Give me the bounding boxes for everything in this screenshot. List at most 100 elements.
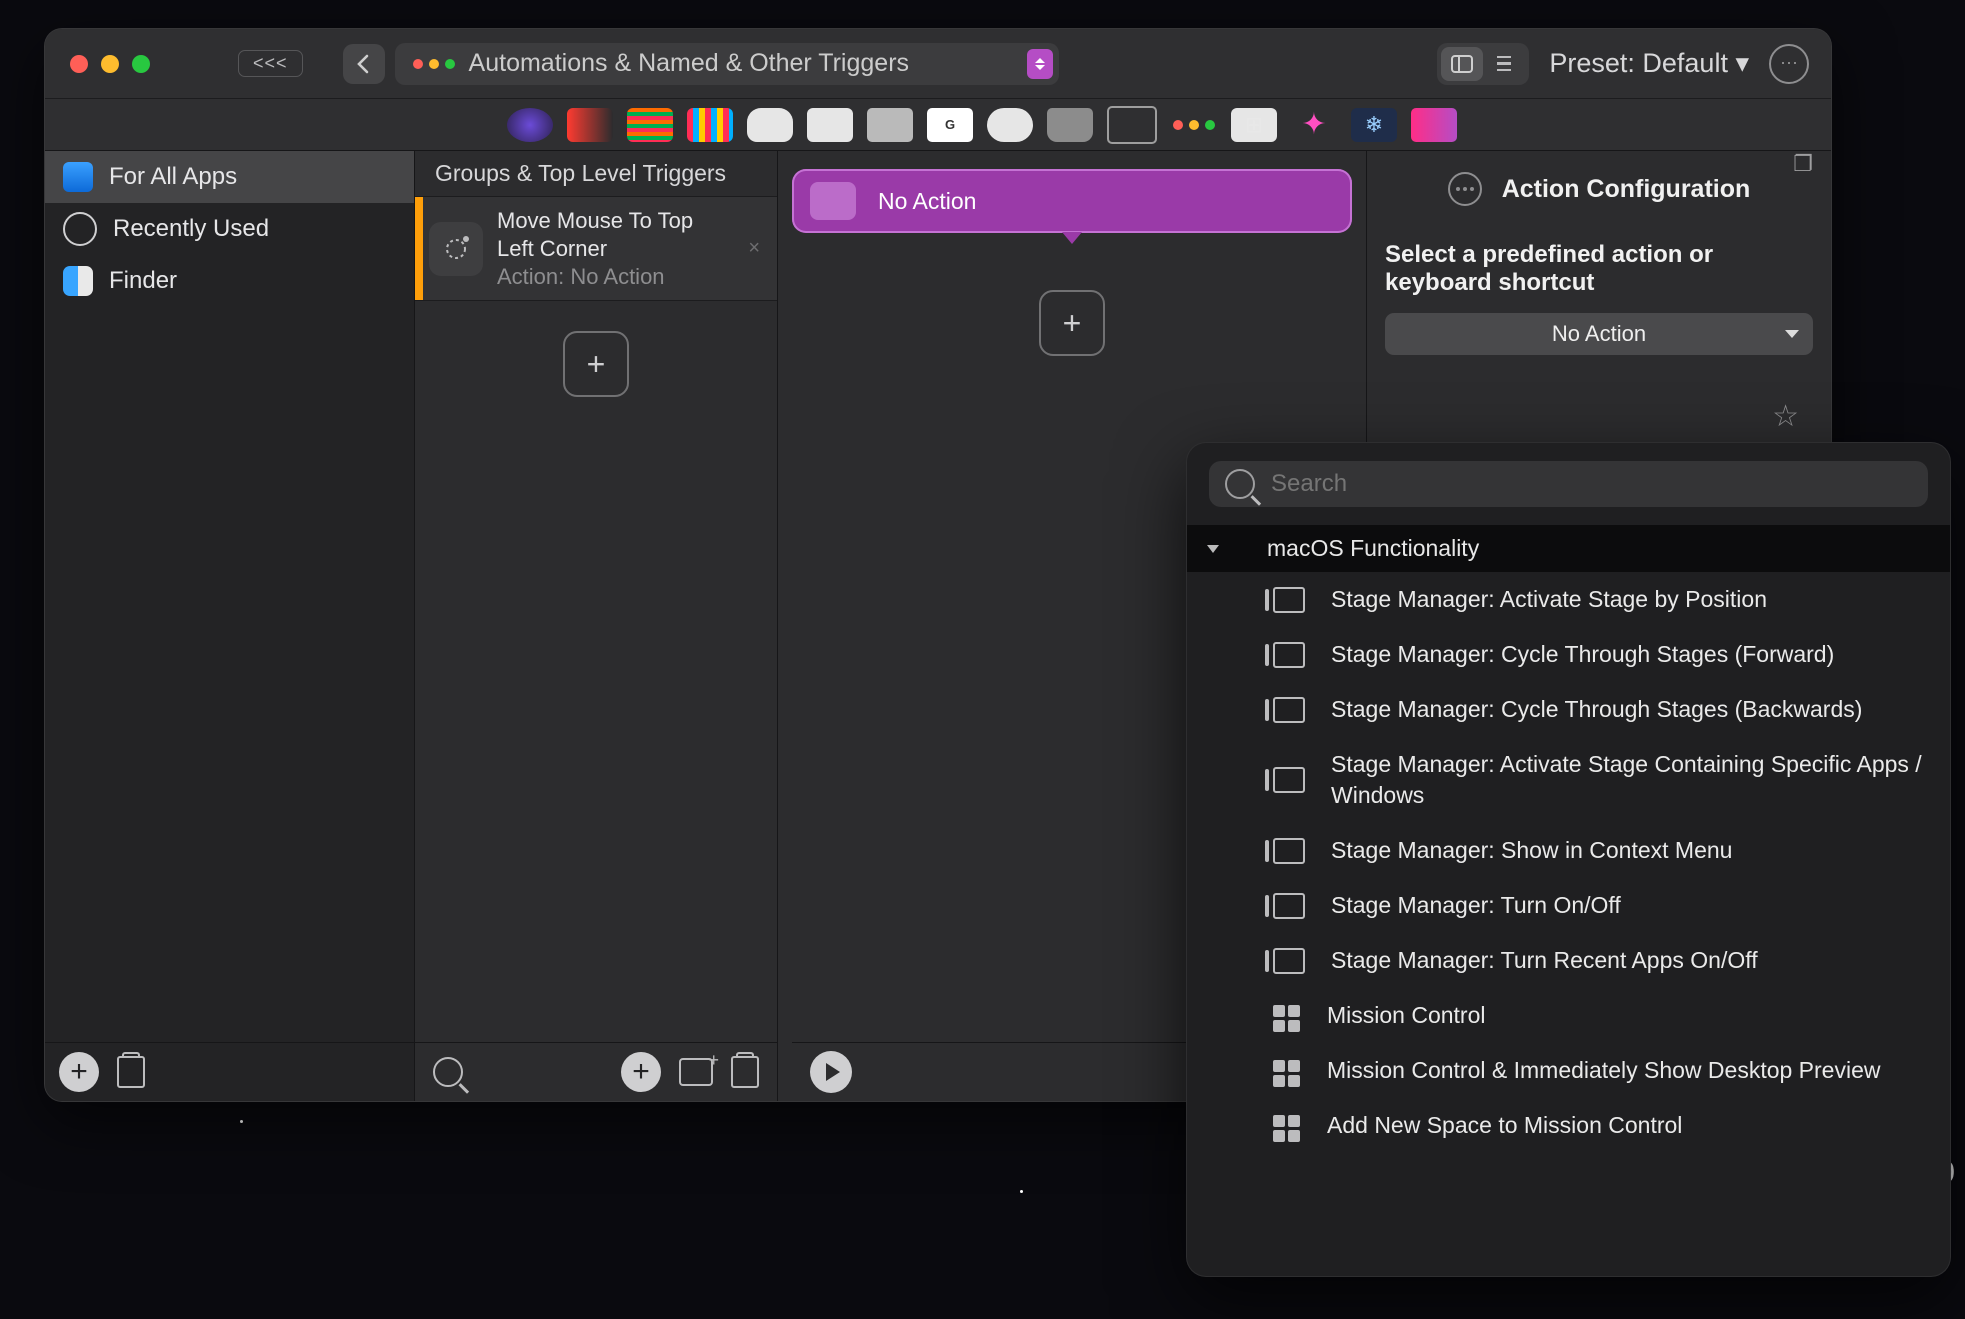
stage-manager-icon: [1273, 838, 1305, 864]
collapse-sidebar-button[interactable]: <<<: [238, 50, 303, 77]
delete-trigger-button[interactable]: [731, 1056, 759, 1088]
sidebar-footer: +: [45, 1042, 414, 1101]
trigtype-siri-icon[interactable]: [507, 108, 553, 142]
trigtype-touchbar-icon[interactable]: [567, 108, 613, 142]
remove-trigger-button[interactable]: ×: [748, 237, 760, 260]
add-action-button[interactable]: +: [1039, 290, 1105, 356]
trigtype-remote-icon[interactable]: [1047, 108, 1093, 142]
trigger-subtitle: Action: No Action: [497, 264, 734, 290]
preset-dropdown[interactable]: Preset: Default ▾: [1549, 48, 1749, 79]
action-list-item-label: Stage Manager: Activate Stage by Positio…: [1331, 584, 1930, 615]
run-action-button[interactable]: [810, 1051, 852, 1093]
corner-trigger-icon: [429, 222, 483, 276]
ellipsis-icon: ⋯: [1780, 53, 1798, 74]
trigtype-automations-icon[interactable]: [1171, 108, 1217, 142]
action-list-item[interactable]: Stage Manager: Activate Stage Containing…: [1187, 737, 1950, 823]
action-search-field[interactable]: [1209, 461, 1928, 507]
chevron-down-icon: [1785, 330, 1799, 338]
sidebar-item-finder[interactable]: Finder: [45, 255, 414, 307]
config-title: Action Configuration: [1502, 175, 1751, 204]
list-view-button[interactable]: [1483, 47, 1525, 81]
trigtype-notch-icon[interactable]: [1107, 106, 1157, 144]
detach-panel-button[interactable]: ❐: [1793, 151, 1813, 177]
action-list-item[interactable]: Mission Control: [1187, 988, 1950, 1043]
action-list-item-label: Mission Control & Immediately Show Deskt…: [1327, 1055, 1930, 1086]
trigger-row[interactable]: Move Mouse To Top Left Corner Action: No…: [415, 196, 777, 301]
trigtype-trackpad-icon[interactable]: [807, 108, 853, 142]
action-list-item-label: Stage Manager: Show in Context Menu: [1331, 835, 1930, 866]
action-list-item-label: Stage Manager: Turn Recent Apps On/Off: [1331, 945, 1930, 976]
list-icon: [1483, 47, 1525, 81]
settings-button[interactable]: ⋯: [1769, 44, 1809, 84]
columns-icon: [1451, 55, 1473, 73]
action-list-item[interactable]: Stage Manager: Show in Context Menu: [1187, 823, 1950, 878]
add-trigger-button[interactable]: +: [563, 331, 629, 397]
stage-manager-icon: [1273, 948, 1305, 974]
dropdown-stepper-icon: [1027, 49, 1053, 79]
action-category-row[interactable]: macOS Functionality: [1187, 525, 1950, 572]
trigtype-gestures-icon[interactable]: ⊞: [1231, 108, 1277, 142]
minimize-window-button[interactable]: [101, 55, 119, 73]
action-list-item-label: Stage Manager: Turn On/Off: [1331, 890, 1930, 921]
sidebar-item-recently-used[interactable]: Recently Used: [45, 203, 414, 255]
finder-icon: [63, 266, 93, 296]
action-list-item-label: Stage Manager: Activate Stage Containing…: [1331, 749, 1930, 811]
globe-icon: [63, 162, 93, 192]
trigtype-keyboard-icon[interactable]: [867, 108, 913, 142]
more-options-button[interactable]: [1448, 172, 1482, 206]
action-list-item[interactable]: Stage Manager: Activate Stage by Positio…: [1187, 572, 1950, 627]
action-picker-popover: macOS Functionality Stage Manager: Activ…: [1186, 442, 1951, 1277]
new-folder-button[interactable]: [679, 1058, 713, 1086]
action-list-item-label: Add New Space to Mission Control: [1327, 1110, 1930, 1141]
zoom-window-button[interactable]: [132, 55, 150, 73]
config-subtitle: Select a predefined action or keyboard s…: [1385, 241, 1813, 297]
stage-manager-icon: [1273, 697, 1305, 723]
action-list-item-label: Mission Control: [1327, 1000, 1930, 1031]
action-list-item[interactable]: Add New Space to Mission Control: [1187, 1098, 1950, 1153]
trigtype-streamdeck-icon[interactable]: [627, 108, 673, 142]
speech-notch-icon: [1062, 232, 1082, 244]
action-list-item[interactable]: Stage Manager: Cycle Through Stages (Bac…: [1187, 682, 1950, 737]
favorite-star-icon[interactable]: ☆: [1772, 399, 1799, 434]
view-mode-segmented: [1437, 43, 1529, 85]
action-list-item[interactable]: Stage Manager: Turn Recent Apps On/Off: [1187, 933, 1950, 988]
action-list-item[interactable]: Mission Control & Immediately Show Deskt…: [1187, 1043, 1950, 1098]
close-window-button[interactable]: [70, 55, 88, 73]
sidebar-item-label: Finder: [109, 267, 177, 295]
trigtype-sparkle-icon[interactable]: ✦: [1291, 108, 1337, 142]
delete-app-button[interactable]: [117, 1056, 145, 1088]
action-category-label: macOS Functionality: [1267, 535, 1479, 562]
sidebar-item-all-apps[interactable]: For All Apps: [45, 151, 414, 203]
chevron-left-icon: [352, 52, 376, 76]
action-search-input[interactable]: [1269, 469, 1912, 499]
mission-control-icon: [1273, 1005, 1301, 1027]
stage-manager-icon: [1273, 587, 1305, 613]
stage-manager-icon: [1273, 767, 1305, 793]
action-list-item[interactable]: Stage Manager: Cycle Through Stages (For…: [1187, 627, 1950, 682]
column-view-button[interactable]: [1441, 47, 1483, 81]
add-app-button[interactable]: +: [59, 1052, 99, 1092]
action-dropdown[interactable]: No Action: [1385, 313, 1813, 355]
sidebar-item-label: For All Apps: [109, 163, 237, 191]
back-button[interactable]: [343, 44, 385, 84]
action-list-item[interactable]: Stage Manager: Turn On/Off: [1187, 878, 1950, 933]
play-icon: [826, 1063, 840, 1081]
trigtype-mouse-icon[interactable]: [747, 108, 793, 142]
mission-control-icon: [1273, 1115, 1301, 1137]
sidebar-item-label: Recently Used: [113, 215, 269, 243]
trigtype-gradient-icon[interactable]: [1411, 108, 1457, 142]
groups-header: Groups & Top Level Triggers: [415, 151, 777, 196]
trigger-category-dropdown[interactable]: Automations & Named & Other Triggers: [395, 43, 1059, 85]
trigtype-midi-icon[interactable]: [687, 108, 733, 142]
traffic-light-icon: [413, 59, 455, 69]
trigger-type-iconbar: G ⊞ ✦ ❄: [45, 99, 1831, 151]
stage-manager-icon: [1273, 642, 1305, 668]
action-card[interactable]: No Action: [792, 169, 1352, 233]
add-trigger-footer-button[interactable]: +: [621, 1052, 661, 1092]
trigtype-key-icon[interactable]: G: [927, 108, 973, 142]
trigtype-magic-mouse-icon[interactable]: [987, 108, 1033, 142]
trigtype-snow-icon[interactable]: ❄: [1351, 108, 1397, 142]
action-list: Stage Manager: Activate Stage by Positio…: [1187, 572, 1950, 1276]
search-triggers-button[interactable]: [433, 1057, 463, 1087]
action-color-swatch: [810, 182, 856, 220]
